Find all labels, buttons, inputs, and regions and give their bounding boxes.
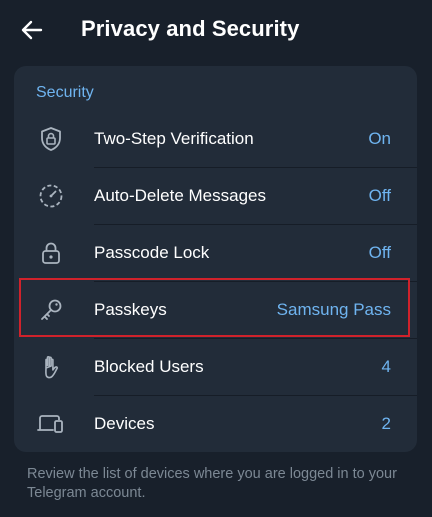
passkeys-row[interactable]: Passkeys Samsung Pass (14, 282, 417, 339)
blocked-users-row[interactable]: Blocked Users 4 (14, 339, 417, 396)
auto-delete-messages-row[interactable]: Auto-Delete Messages Off (14, 168, 417, 225)
timer-icon (36, 181, 66, 211)
key-icon (36, 295, 66, 325)
devices-footer-note: Review the list of devices where you are… (27, 466, 397, 501)
back-arrow-icon (21, 20, 43, 40)
page-title: Privacy and Security (81, 16, 300, 41)
passcode-lock-label: Passcode Lock (94, 243, 210, 262)
lock-icon (36, 238, 66, 268)
two-step-verification-value: On (368, 129, 391, 148)
devices-value: 2 (381, 414, 391, 433)
blocked-users-value: 4 (381, 357, 391, 376)
passcode-lock-row[interactable]: Passcode Lock Off (14, 225, 417, 282)
devices-icon (36, 409, 66, 439)
back-button[interactable] (16, 12, 48, 48)
blocked-users-label: Blocked Users (94, 357, 204, 376)
passkeys-value: Samsung Pass (276, 300, 391, 319)
auto-delete-messages-label: Auto-Delete Messages (94, 186, 266, 205)
devices-label: Devices (94, 414, 155, 433)
two-step-verification-label: Two-Step Verification (94, 129, 254, 148)
auto-delete-messages-value: Off (368, 186, 391, 205)
devices-row[interactable]: Devices 2 (14, 396, 417, 453)
hand-icon (36, 352, 66, 382)
section-header-security: Security (36, 84, 94, 101)
passcode-lock-value: Off (368, 243, 391, 262)
shield-lock-icon (36, 124, 66, 154)
two-step-verification-row[interactable]: Two-Step Verification On (14, 111, 417, 168)
security-card: Security Two-Step Verification On Auto-D… (14, 66, 417, 452)
top-bar: Privacy and Security (0, 0, 432, 60)
passkeys-label: Passkeys (94, 300, 167, 319)
